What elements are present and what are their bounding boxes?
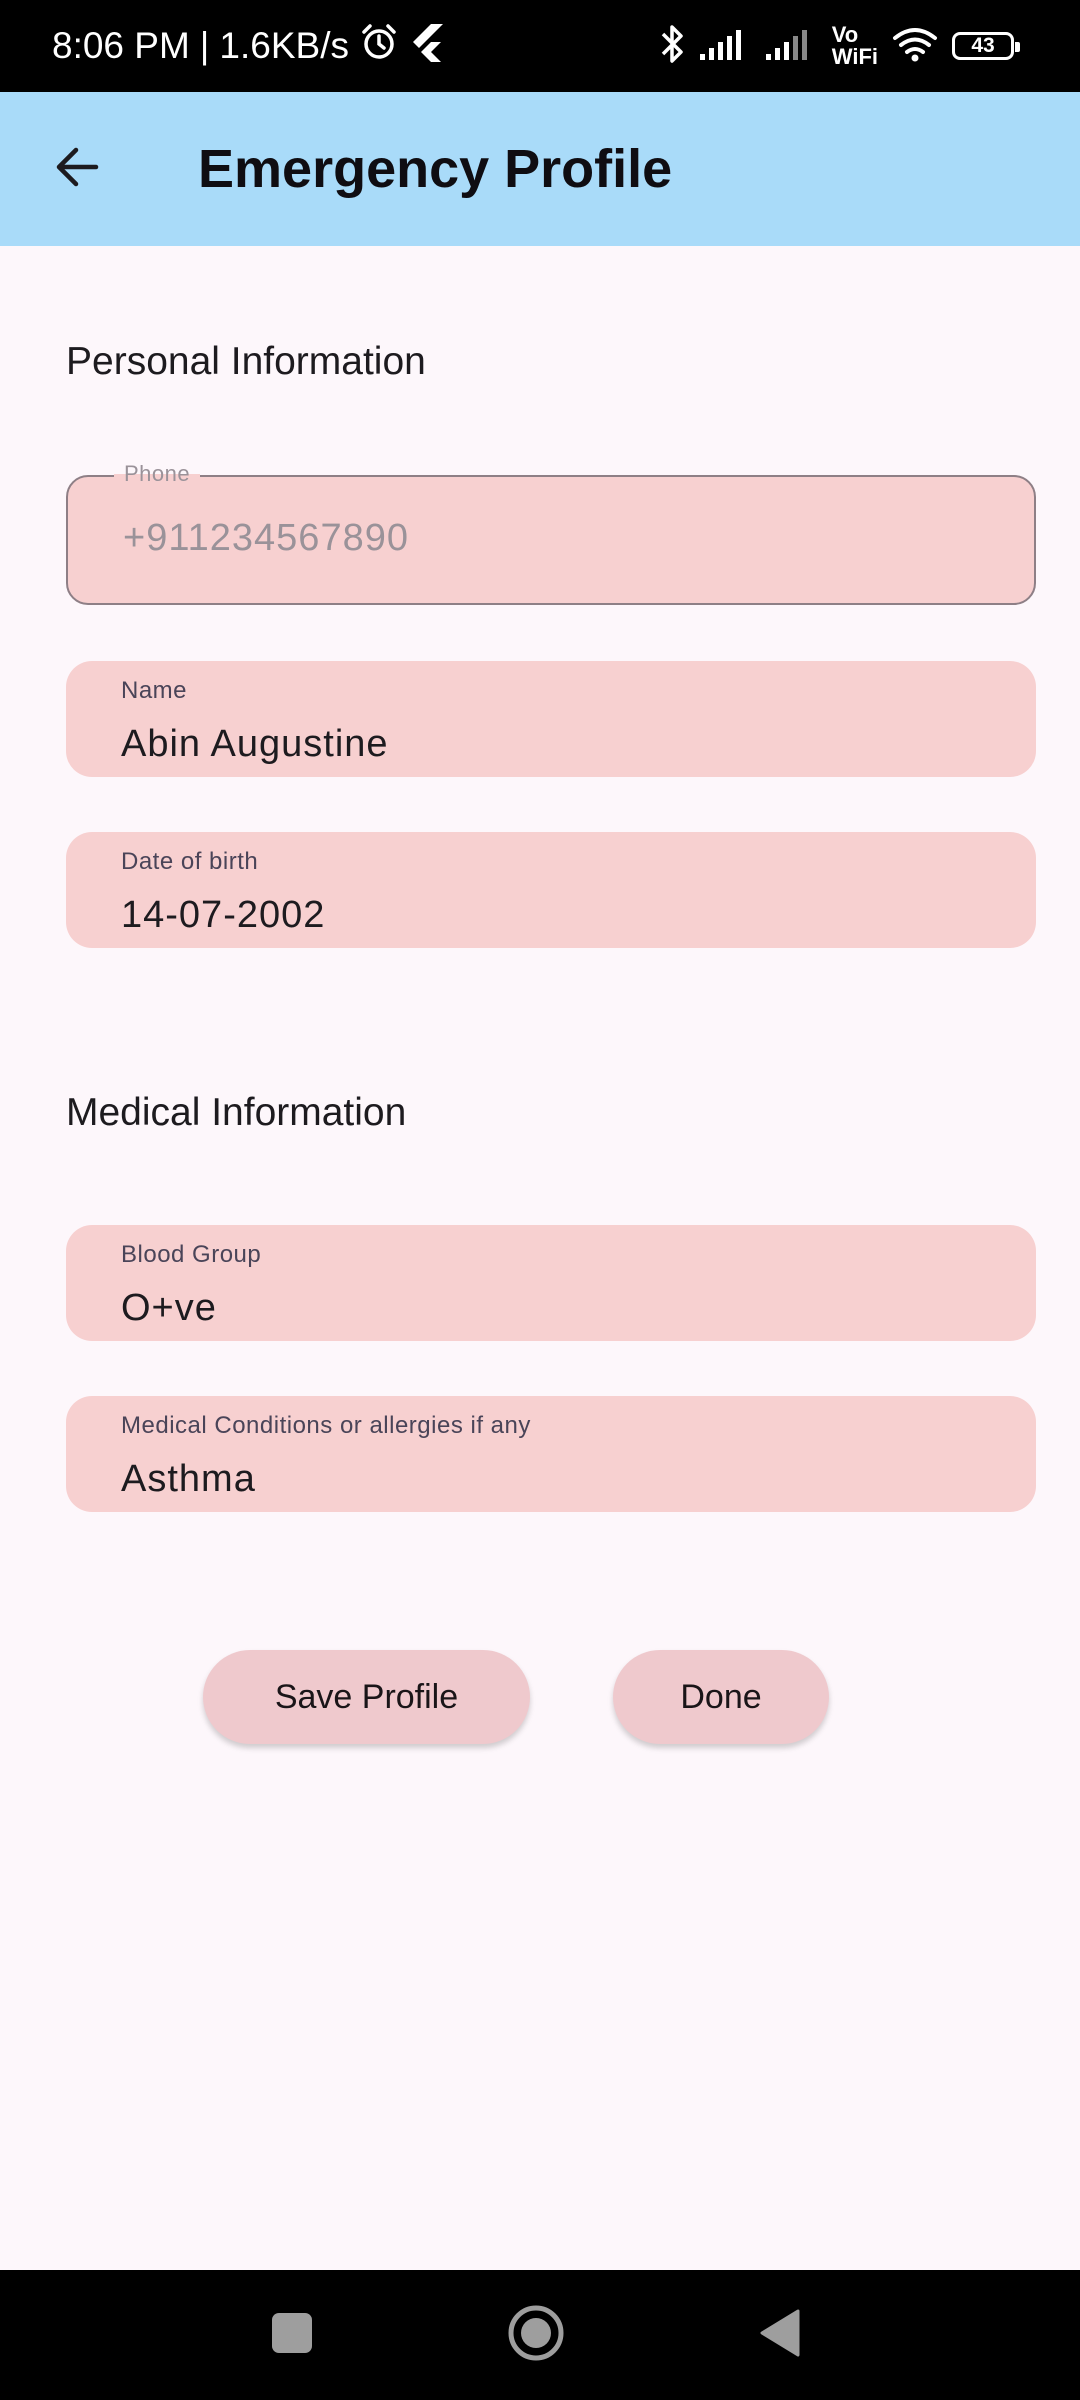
signal-icon (699, 26, 752, 67)
name-field-value: Abin Augustine (121, 723, 389, 765)
battery-level: 43 (971, 34, 995, 57)
phone-field[interactable]: Phone +911234567890 (66, 461, 1036, 605)
recents-button[interactable] (232, 2270, 352, 2400)
name-field-label: Name (121, 677, 188, 704)
phone-field-placeholder: +911234567890 (123, 517, 409, 559)
app-bar: Emergency Profile (0, 92, 1080, 246)
alarm-icon (359, 22, 399, 71)
blood-group-field[interactable]: Blood Group O+ve (66, 1225, 1036, 1341)
navigation-bar (0, 2270, 1080, 2400)
bluetooth-icon (660, 23, 686, 70)
vowifi-top-text: Vo (831, 22, 859, 47)
back-triangle-icon (758, 2308, 802, 2363)
status-bar: 8:06 PM | 1.6KB/s Vo WiFi 43 (0, 0, 1080, 92)
name-field[interactable]: Name Abin Augustine (66, 661, 1036, 777)
status-right: Vo WiFi 43 (660, 0, 1020, 92)
arrow-back-icon (52, 142, 102, 197)
medical-information-heading: Medical Information (66, 1091, 407, 1134)
save-profile-button[interactable]: Save Profile (203, 1650, 530, 1744)
vowifi-bottom-text: WiFi (831, 44, 878, 69)
done-button[interactable]: Done (613, 1650, 829, 1744)
date-of-birth-field[interactable]: Date of birth 14-07-2002 (66, 832, 1036, 948)
personal-information-heading: Personal Information (66, 340, 426, 383)
phone-field-label: Phone (114, 461, 201, 487)
date-of-birth-field-label: Date of birth (121, 848, 259, 875)
home-circle-icon (507, 2304, 565, 2367)
vowifi-icon: Vo WiFi (832, 24, 878, 68)
wifi-icon (892, 26, 938, 67)
flutter-icon (409, 22, 445, 71)
medical-conditions-field[interactable]: Medical Conditions or allergies if any A… (66, 1396, 1036, 1512)
date-of-birth-field-value: 14-07-2002 (121, 894, 326, 936)
status-left: 8:06 PM | 1.6KB/s (52, 0, 445, 92)
page-title: Emergency Profile (198, 139, 673, 199)
battery-icon: 43 (952, 32, 1020, 60)
recents-square-icon (270, 2311, 314, 2360)
blood-group-field-value: O+ve (121, 1287, 217, 1329)
status-separator: | (199, 25, 210, 66)
home-button[interactable] (476, 2270, 596, 2400)
signal-icon (765, 26, 818, 67)
status-time: 8:06 PM (52, 25, 190, 66)
blood-group-field-label: Blood Group (121, 1241, 262, 1268)
system-back-button[interactable] (720, 2270, 840, 2400)
medical-conditions-field-label: Medical Conditions or allergies if any (121, 1412, 531, 1439)
medical-conditions-field-value: Asthma (121, 1458, 256, 1500)
status-network-speed: 1.6KB/s (219, 25, 349, 66)
back-button[interactable] (40, 132, 114, 206)
